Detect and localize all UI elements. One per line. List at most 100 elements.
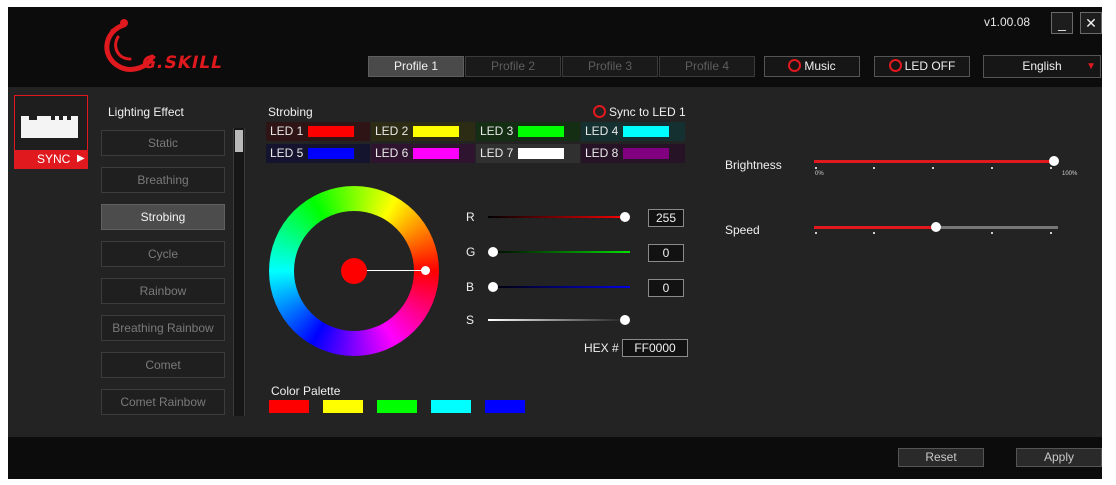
led-off-ring-icon <box>888 59 902 72</box>
effect-breathing-rainbow-button[interactable]: Breathing Rainbow <box>101 315 225 341</box>
led-7-cell[interactable]: LED 7 <box>476 144 580 163</box>
reset-button[interactable]: Reset <box>898 448 984 467</box>
palette-swatch-4[interactable] <box>431 400 471 413</box>
palette-swatch-5[interactable] <box>485 400 525 413</box>
language-select[interactable]: English ▼ <box>983 55 1101 78</box>
sync-to-led1-option[interactable]: Sync to LED 1 <box>593 105 686 119</box>
sync-label: SYNC <box>37 152 71 166</box>
radio-ring-icon <box>593 105 606 118</box>
strobing-title: Strobing <box>268 105 313 119</box>
brightness-fill <box>814 160 1054 163</box>
arrow-right-icon: ▶ <box>77 153 85 164</box>
brightness-tick <box>815 167 817 169</box>
speed-slider[interactable] <box>814 222 1058 232</box>
brightness-label: Brightness <box>725 158 782 172</box>
close-button[interactable]: ✕ <box>1080 12 1102 34</box>
effect-static-button[interactable]: Static <box>101 130 225 156</box>
led-4-swatch <box>623 126 669 137</box>
version-label: v1.00.08 <box>984 15 1031 29</box>
tab-profile-4[interactable]: Profile 4 <box>659 56 755 77</box>
b-value-input[interactable]: 0 <box>648 279 684 297</box>
effect-breathing-button[interactable]: Breathing <box>101 167 225 193</box>
led-2-label: LED 2 <box>375 124 409 138</box>
brightness-slider[interactable] <box>814 156 1059 166</box>
r-slider[interactable] <box>488 212 630 222</box>
g-value-input[interactable]: 0 <box>648 244 684 262</box>
brightness-tick <box>873 167 875 169</box>
music-ring-icon <box>788 59 802 72</box>
led-2-cell[interactable]: LED 2 <box>371 122 475 141</box>
led-off-button[interactable]: LED OFF <box>874 56 970 77</box>
r-value-input[interactable]: 255 <box>648 209 684 227</box>
header-bar: G.SKILL v1.00.08 _ ✕ Profile 1 Profile 2… <box>8 7 1102 87</box>
tab-profile-3[interactable]: Profile 3 <box>562 56 658 77</box>
memory-module-card[interactable]: SYNC ▶ <box>14 95 88 169</box>
r-label: R <box>466 210 475 224</box>
effect-strobing-button[interactable]: Strobing <box>101 204 225 230</box>
palette-swatch-3[interactable] <box>377 400 417 413</box>
g-label: G <box>466 245 476 259</box>
tab-profile-2[interactable]: Profile 2 <box>465 56 561 77</box>
speed-tick <box>1050 232 1052 234</box>
logo-text: G.SKILL <box>139 53 225 73</box>
led-7-swatch <box>518 148 564 159</box>
palette-swatch-2[interactable] <box>323 400 363 413</box>
lighting-effect-title: Lighting Effect <box>108 105 184 119</box>
color-wheel[interactable] <box>269 186 439 356</box>
led-3-label: LED 3 <box>480 124 514 138</box>
g-slider[interactable] <box>488 247 630 257</box>
tab-profile-1[interactable]: Profile 1 <box>368 56 464 77</box>
s-slider-thumb[interactable] <box>620 315 630 325</box>
led-5-cell[interactable]: LED 5 <box>266 144 370 163</box>
speed-tick <box>873 232 875 234</box>
b-label: B <box>466 280 475 294</box>
color-palette-title: Color Palette <box>271 384 341 398</box>
effect-comet-button[interactable]: Comet <box>101 352 225 378</box>
brightness-tick <box>991 167 993 169</box>
palette-swatch-1[interactable] <box>269 400 309 413</box>
ram-module-icon <box>21 116 78 138</box>
sync-button[interactable]: SYNC ▶ <box>15 150 87 168</box>
s-slider[interactable] <box>488 315 630 325</box>
led-1-swatch <box>308 126 354 137</box>
led-1-cell[interactable]: LED 1 <box>266 122 370 141</box>
r-slider-thumb[interactable] <box>620 212 630 222</box>
b-slider[interactable] <box>488 282 630 292</box>
hue-handle[interactable] <box>421 266 430 275</box>
app-window: G.SKILL v1.00.08 _ ✕ Profile 1 Profile 2… <box>8 7 1102 479</box>
speed-tick <box>815 232 817 234</box>
led-6-cell[interactable]: LED 6 <box>371 144 475 163</box>
led-8-label: LED 8 <box>585 146 619 160</box>
hex-input[interactable]: FF0000 <box>622 339 688 357</box>
speed-fill <box>814 226 936 229</box>
led-7-label: LED 7 <box>480 146 514 160</box>
led-3-swatch <box>518 126 564 137</box>
language-value: English <box>1022 59 1062 73</box>
sync-to-led1-label: Sync to LED 1 <box>609 105 686 119</box>
speed-slider-thumb[interactable] <box>931 222 941 232</box>
effect-cycle-button[interactable]: Cycle <box>101 241 225 267</box>
brightness-slider-thumb[interactable] <box>1049 156 1059 166</box>
effect-rainbow-button[interactable]: Rainbow <box>101 278 225 304</box>
apply-button[interactable]: Apply <box>1016 448 1102 467</box>
led-3-cell[interactable]: LED 3 <box>476 122 580 141</box>
scrollbar-thumb[interactable] <box>235 130 243 152</box>
led-4-cell[interactable]: LED 4 <box>581 122 685 141</box>
led-6-swatch <box>413 148 459 159</box>
music-label: Music <box>804 59 836 73</box>
music-button[interactable]: Music <box>764 56 860 77</box>
g-slider-thumb[interactable] <box>488 247 498 257</box>
gskill-logo: G.SKILL <box>94 17 244 79</box>
chevron-down-icon: ▼ <box>1086 61 1096 72</box>
led-off-label: LED OFF <box>904 59 956 73</box>
brightness-max-label: 100% <box>1062 171 1078 177</box>
b-slider-thumb[interactable] <box>488 282 498 292</box>
led-1-label: LED 1 <box>270 124 304 138</box>
effects-scrollbar[interactable] <box>233 128 245 416</box>
minimize-button[interactable]: _ <box>1051 12 1073 34</box>
led-2-swatch <box>413 126 459 137</box>
hex-label: HEX # <box>584 341 619 355</box>
effect-comet-rainbow-button[interactable]: Comet Rainbow <box>101 389 225 415</box>
led-8-cell[interactable]: LED 8 <box>581 144 685 163</box>
led-8-swatch <box>623 148 669 159</box>
